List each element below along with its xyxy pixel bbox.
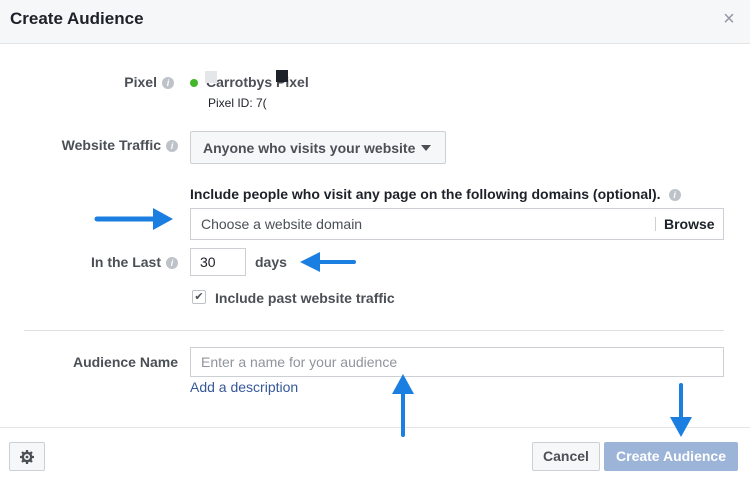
info-icon[interactable]: i	[668, 189, 681, 201]
arrow-up-icon	[392, 374, 414, 437]
pixel-id: Pixel ID: 7(	[208, 96, 267, 110]
in-the-last-label-row: In the Last i	[60, 254, 178, 270]
in-the-last-label: In the Last	[90, 254, 161, 270]
website-traffic-dropdown[interactable]: Anyone who visits your website	[190, 131, 446, 164]
settings-button[interactable]	[9, 442, 45, 471]
domain-field: Browse	[190, 208, 724, 240]
caret-down-icon	[421, 145, 432, 151]
cancel-button[interactable]: Cancel	[532, 442, 600, 471]
arrow-left-icon	[300, 252, 356, 272]
dialog-header: Create Audience ×	[0, 0, 750, 44]
redaction-mark	[205, 71, 217, 83]
audience-name-label: Audience Name	[72, 354, 178, 370]
close-icon[interactable]: ×	[720, 9, 738, 29]
gear-icon	[20, 450, 34, 464]
website-traffic-label-row: Website Traffic i	[20, 137, 178, 153]
include-domains-label-row: Include people who visit any page on the…	[190, 186, 681, 202]
info-icon[interactable]: i	[166, 140, 178, 152]
create-audience-dialog: Create Audience × Pixel i Carrotbys Pixel…	[0, 0, 750, 484]
create-audience-button[interactable]: Create Audience	[604, 442, 738, 471]
website-traffic-label: Website Traffic	[61, 137, 161, 153]
website-traffic-selected: Anyone who visits your website	[203, 140, 416, 156]
domain-input[interactable]	[191, 209, 651, 239]
pixel-status-dot	[190, 79, 198, 87]
divider	[655, 217, 656, 231]
pixel-label: Pixel	[124, 74, 157, 90]
add-description-link[interactable]: Add a description	[190, 379, 298, 395]
redaction-mark	[276, 70, 288, 82]
include-past-traffic-checkbox[interactable]: ✔	[192, 290, 206, 304]
arrow-right-icon	[94, 208, 173, 230]
include-domains-label: Include people who visit any page on the…	[190, 186, 661, 202]
days-unit-label: days	[255, 254, 287, 270]
dialog-title: Create Audience	[10, 9, 144, 28]
arrow-down-icon	[670, 383, 692, 437]
pixel-label-row: Pixel i	[60, 74, 174, 90]
browse-button[interactable]: Browse	[664, 216, 715, 232]
footer-divider	[0, 427, 750, 428]
audience-name-input[interactable]	[190, 347, 724, 377]
info-icon[interactable]: i	[162, 77, 174, 89]
days-input[interactable]	[190, 248, 246, 276]
info-icon[interactable]: i	[166, 257, 178, 269]
include-past-traffic-label[interactable]: Include past website traffic	[215, 290, 395, 306]
section-divider	[24, 330, 724, 331]
pixel-name: Carrotbys Pixel	[206, 74, 309, 90]
